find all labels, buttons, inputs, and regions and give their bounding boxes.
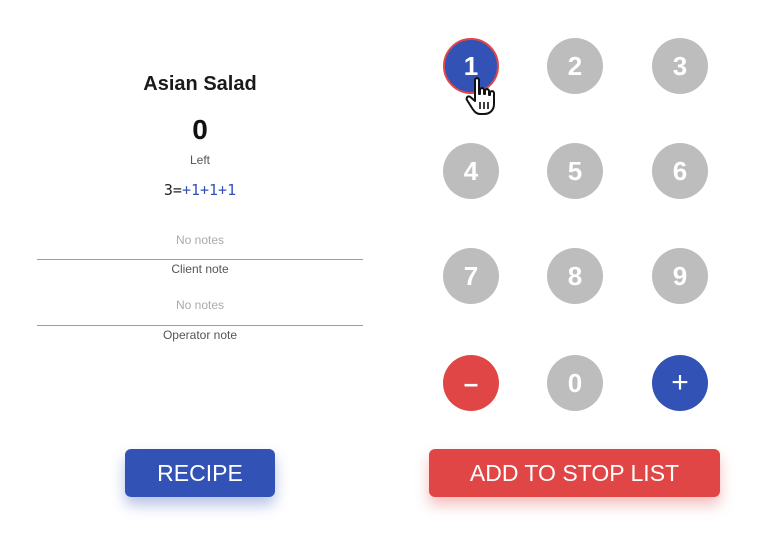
key-2[interactable]: 2 <box>547 38 603 94</box>
key-6[interactable]: 6 <box>652 143 708 199</box>
operator-note-divider <box>37 325 363 326</box>
key-9[interactable]: 9 <box>652 248 708 304</box>
key-minus[interactable]: – <box>443 355 499 411</box>
key-plus[interactable]: + <box>652 355 708 411</box>
key-0[interactable]: 0 <box>547 355 603 411</box>
key-7[interactable]: 7 <box>443 248 499 304</box>
item-title: Asian Salad <box>143 73 257 95</box>
formula-base: 3= <box>163 181 182 199</box>
client-note-divider <box>37 259 363 260</box>
client-note-label: Client note <box>171 262 229 276</box>
key-8[interactable]: 8 <box>547 248 603 304</box>
key-5[interactable]: 5 <box>547 143 603 199</box>
formula-adds: +1+1+1 <box>181 181 237 199</box>
remaining-label: Left <box>189 153 210 167</box>
remaining-count: 0 <box>192 114 208 145</box>
recipe-button[interactable]: RECIPE <box>125 449 275 497</box>
operator-note-label: Operator note <box>162 328 238 342</box>
count-formula: 3=+1+1+1 <box>37 181 363 199</box>
key-3[interactable]: 3 <box>652 38 708 94</box>
operator-note-text[interactable]: No notes <box>37 298 363 312</box>
hand-pointer-icon <box>465 77 495 115</box>
client-note-text[interactable]: No notes <box>37 233 363 247</box>
key-4[interactable]: 4 <box>443 143 499 199</box>
add-to-stop-list-button[interactable]: ADD TO STOP LIST <box>429 449 720 497</box>
